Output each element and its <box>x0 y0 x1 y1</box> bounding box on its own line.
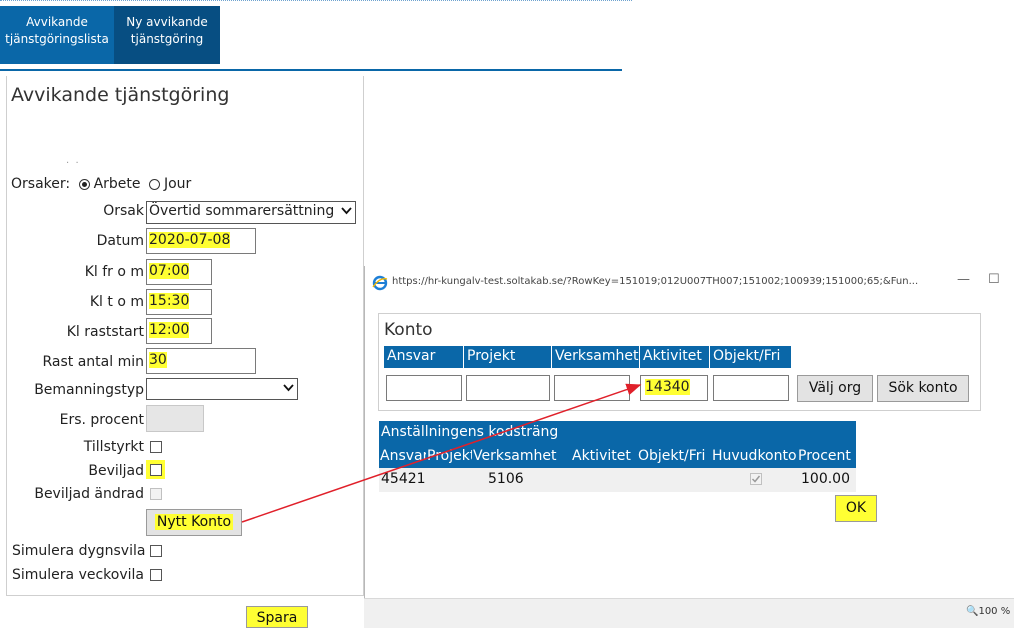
annotation-arrow <box>241 383 642 523</box>
